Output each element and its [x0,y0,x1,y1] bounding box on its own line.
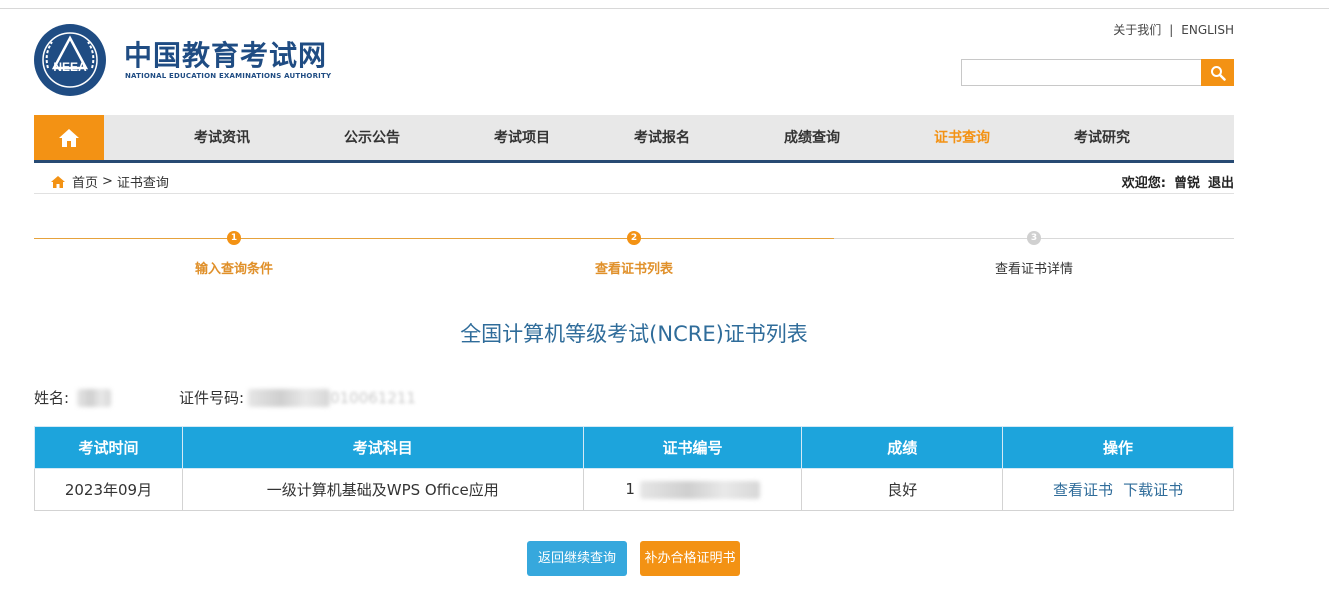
col-cert-number: 证书编号 [582,426,803,469]
step-2-label: 查看证书列表 [594,262,673,277]
welcome-label: 欢迎您: [1121,176,1166,191]
step-3-label: 查看证书详情 [994,262,1073,277]
cert-number-prefix: 1 [625,480,635,499]
download-certificate-link[interactable]: 下载证书 [1123,481,1183,499]
nav-home-button[interactable] [34,115,104,160]
id-visible-tail: 010061211 [330,388,416,407]
search-input[interactable] [961,59,1201,86]
english-link[interactable]: ENGLISH [1181,23,1234,37]
home-icon [59,128,79,147]
cell-exam-subject: 一级计算机基础及WPS Office应用 [181,468,584,511]
page-title: 全国计算机等级考试(NCRE)证书列表 [460,322,808,346]
breadcrumb: 首页 > 证书查询 [50,172,169,191]
person-name: 姓名: [34,387,112,408]
back-to-query-button[interactable]: 返回继续查询 [527,541,627,576]
home-small-icon [51,175,65,188]
cert-number-redacted [639,480,760,499]
link-separator: | [1169,23,1174,37]
neea-emblem-icon: NEEA [36,26,104,94]
table-header-row: 考试时间 考试科目 证书编号 成绩 操作 [34,426,1234,469]
step-1-marker: 1 [227,231,241,245]
certificate-table: 考试时间 考试科目 证书编号 成绩 操作 2023年09月 一级计算机基础及WP… [34,426,1234,511]
top-divider [0,8,1329,9]
breadcrumb-bar: 首页 > 证书查询 欢迎您: 曾锐 退出 [34,166,1234,194]
user-welcome: 欢迎您: 曾锐 退出 [1122,172,1234,191]
nav-item-exam-research[interactable]: 考试研究 [1074,115,1130,160]
step-progress-done [34,238,834,239]
table-row: 2023年09月 一级计算机基础及WPS Office应用 1 良好 查看证书下… [34,468,1234,511]
breadcrumb-separator: > [102,174,113,189]
col-actions: 操作 [1002,426,1234,469]
about-link[interactable]: 关于我们 [1113,23,1161,37]
name-label: 姓名: [34,389,70,407]
id-redacted [248,388,331,407]
nav-item-score-query[interactable]: 成绩查询 [784,115,840,160]
nav-item-certificate-query[interactable]: 证书查询 [934,115,990,160]
site-title[interactable]: 中国教育考试网 [124,34,327,74]
cell-exam-time: 2023年09月 [34,468,183,511]
nav-item-announcements[interactable]: 公示公告 [344,115,400,160]
breadcrumb-home[interactable]: 首页 [72,172,98,191]
step-3-marker: 3 [1027,231,1041,245]
cell-cert-number: 1 [582,468,803,511]
search-icon [1210,65,1226,81]
user-name: 曾锐 [1173,176,1200,191]
neea-logo[interactable]: NEEA [34,24,106,96]
col-exam-subject: 考试科目 [181,426,584,469]
reissue-certificate-button[interactable]: 补办合格证明书 [640,541,740,576]
breadcrumb-current[interactable]: 证书查询 [117,172,169,191]
col-exam-time: 考试时间 [34,426,183,469]
step-1-label: 输入查询条件 [194,262,273,277]
nav-item-exam-news[interactable]: 考试资讯 [194,115,250,160]
logo-text: NEEA [53,60,87,74]
cell-score: 良好 [801,468,1004,511]
id-label: 证件号码: [179,389,245,407]
nav-item-registration[interactable]: 考试报名 [634,115,690,160]
cell-actions: 查看证书 下载证书 [1002,468,1234,511]
step-2-marker: 2 [627,231,641,245]
logout-link[interactable]: 退出 [1208,176,1234,191]
col-score: 成绩 [801,426,1004,469]
top-links: 关于我们 | ENGLISH [1113,21,1234,38]
nav-item-exam-projects[interactable]: 考试项目 [494,115,550,160]
site-subtitle: NATIONAL EDUCATION EXAMINATIONS AUTHORIT… [125,72,332,80]
view-certificate-link[interactable]: 查看证书 [1053,481,1113,499]
search-button[interactable] [1201,59,1234,86]
main-nav: 考试资讯 公示公告 考试项目 考试报名 成绩查询 证书查询 考试研究 [34,115,1234,163]
person-id: 证件号码: 010061211 [179,387,416,408]
name-redacted [77,388,112,407]
